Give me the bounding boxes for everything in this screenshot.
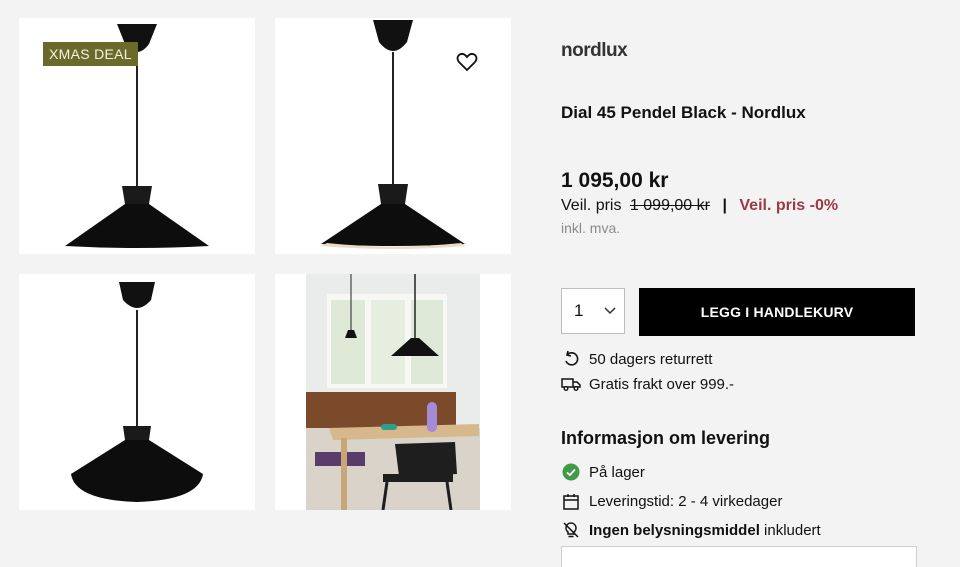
product-image-3[interactable] [19, 274, 255, 510]
quantity-select[interactable]: 1 [561, 288, 625, 334]
return-arrow-icon [561, 349, 581, 369]
add-to-cart-button[interactable]: LEGG I HANDLEKURV [639, 288, 915, 336]
bulb-rest-text: inkludert [759, 521, 821, 539]
old-price: 1 099,00 kr [629, 197, 710, 214]
discount-label: Veil. pris -0% [739, 197, 839, 214]
lead-time: Leveringstid: 2 - 4 virkedager [561, 491, 782, 511]
brand-logo[interactable]: nordlux [561, 40, 628, 62]
chevron-down-icon [604, 307, 616, 315]
price-comparison: Veil. pris 1 099,00 kr | Veil. pris -0% [561, 197, 838, 215]
vat-note: inkl. mva. [561, 220, 621, 236]
bulb-bold-text: Ingen belysningsmiddel [589, 521, 760, 539]
no-bulb-icon [561, 520, 581, 540]
bulb-info: Ingen belysningsmiddel inkludert [561, 520, 821, 540]
delivery-heading: Informasjon om levering [561, 428, 771, 448]
perk-shipping: Gratis frakt over 999.- [561, 374, 734, 394]
perk-return-text: 50 dagers returrett [589, 350, 713, 368]
wishlist-heart-icon[interactable] [455, 50, 479, 74]
veil-label: Veil. pris [561, 197, 622, 214]
interior-photo [275, 274, 511, 510]
calendar-icon [561, 491, 581, 511]
perk-return: 50 dagers returrett [561, 349, 712, 369]
quantity-value: 1 [574, 301, 584, 320]
check-circle-icon [561, 462, 581, 482]
stock-status: På lager [561, 462, 645, 482]
xmas-deal-badge: XMAS DEAL [43, 42, 138, 66]
stock-text: På lager [589, 463, 645, 481]
truck-icon [561, 374, 581, 394]
price-separator: | [722, 197, 727, 214]
lead-time-text: Leveringstid: 2 - 4 virkedager [589, 492, 783, 510]
product-image-4[interactable] [275, 274, 511, 510]
next-section-box [561, 546, 917, 567]
perk-shipping-text: Gratis frakt over 999.- [589, 375, 735, 393]
pendant-lamp-image [71, 282, 203, 502]
product-title: Dial 45 Pendel Black - Nordlux [561, 103, 806, 122]
product-price: 1 095,00 kr [561, 169, 669, 192]
